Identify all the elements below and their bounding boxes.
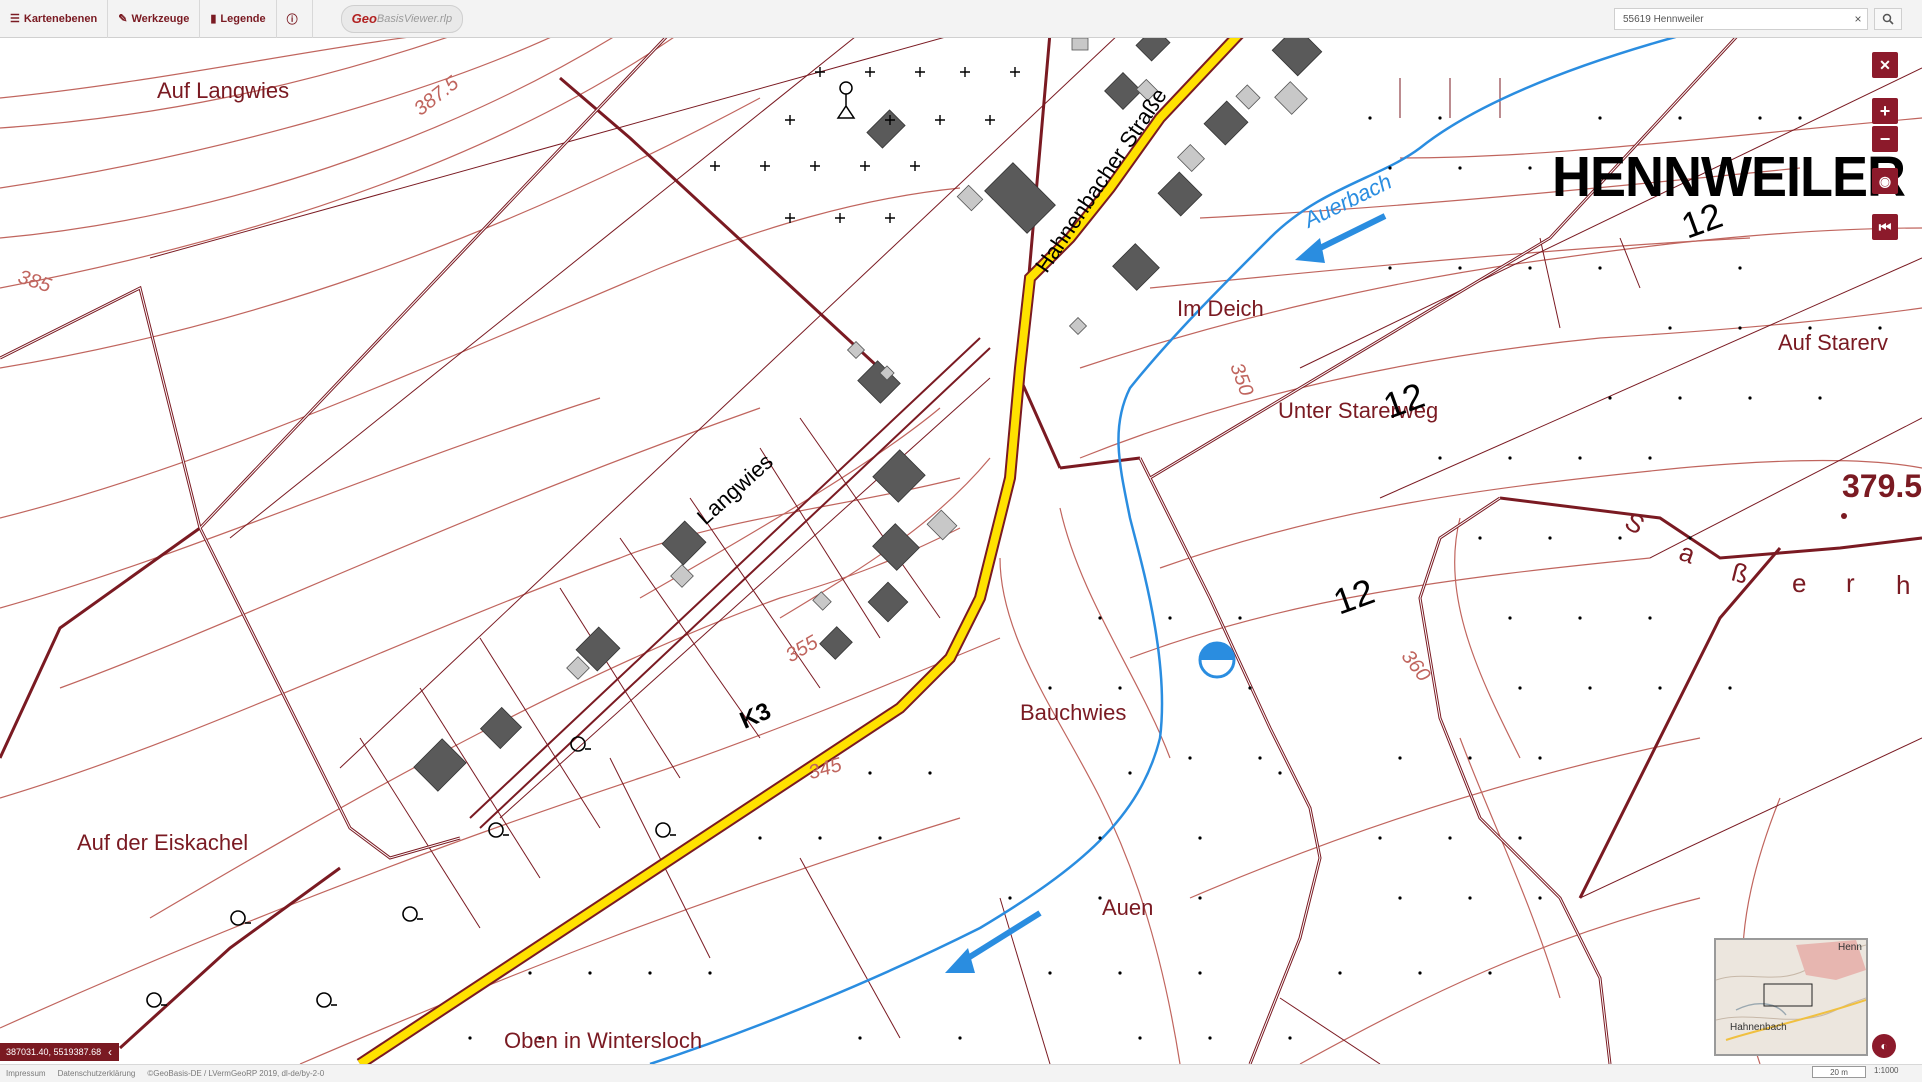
zoom-in-button[interactable]: + (1872, 98, 1898, 124)
label-auf-langwies: Auf Langwies (157, 78, 290, 103)
clear-search-icon[interactable]: × (1849, 12, 1867, 26)
tree-symbols (146, 736, 676, 1008)
wrench-icon: ✎ (118, 13, 128, 25)
chevron-left-icon: ‹ (108, 1045, 112, 1059)
strasse-letter-4: e (1792, 568, 1807, 598)
globe-icon: ◐ (1880, 1039, 1888, 1053)
close-icon: ✕ (1879, 56, 1891, 73)
skip-back-icon: ⏮ (1878, 218, 1892, 235)
strasse-letter-6: h (1896, 570, 1911, 600)
legend-label: Legende (220, 12, 266, 25)
layers-button[interactable]: ☰ Kartenebenen (0, 0, 109, 38)
copyright-text: ©GeoBasis-DE / LVermGeoRP 2019, dl-de/by… (147, 1069, 325, 1078)
label-auen: Auen (1102, 895, 1154, 920)
search-button[interactable] (1874, 8, 1902, 30)
overview-label-hahnenbach: Hahnenbach (1730, 1022, 1787, 1033)
strasse-letter-5: r (1846, 568, 1855, 598)
coordinate-toggle-button[interactable]: ‹ (101, 1043, 119, 1061)
langwies-road (469, 337, 991, 829)
logo-rest: BasisViewer.rlp (376, 12, 453, 25)
label-im-deich: Im Deich (1177, 296, 1264, 321)
label-spot-height: 379.5 (1842, 468, 1922, 504)
map-canvas[interactable]: HENNWEILER Auf Langwies Langwies Hahnenb… (0, 38, 1922, 1064)
label-auf-der-eiskachel: Auf der Eiskachel (77, 830, 249, 855)
datenschutz-link[interactable]: Datenschutzerklärung (52, 1069, 142, 1078)
outbuildings (566, 38, 1308, 680)
search-input[interactable] (1615, 10, 1849, 28)
search-icon (1882, 13, 1894, 25)
main-boundaries-inner (0, 38, 1737, 1064)
scale-bar: 20 m (1812, 1066, 1866, 1078)
chapel-symbol (836, 81, 856, 119)
legend-button[interactable]: ▮ Legende (200, 0, 277, 38)
spot-height-marker (1841, 513, 1847, 519)
info-button[interactable]: ⓘ (277, 0, 313, 38)
footer-bar: Impressum Datenschutzerklärung ©GeoBasis… (0, 1064, 1922, 1082)
overview-map-graphic (1716, 940, 1866, 1054)
book-icon: ▮ (210, 13, 217, 25)
label-auf-starer: Auf Starerv (1778, 330, 1889, 355)
location-pin-icon: ◉ (1878, 172, 1892, 189)
overview-toggle-button[interactable]: ◐ (1872, 1034, 1896, 1058)
overview-map[interactable]: Henn Hahnenbach (1714, 938, 1868, 1056)
spring-symbol (1198, 641, 1236, 679)
plus-icon: + (1879, 100, 1891, 121)
impressum-link[interactable]: Impressum (0, 1069, 52, 1078)
logo-geo: Geo (351, 11, 377, 26)
home-extent-button[interactable]: ⏮ (1872, 214, 1898, 240)
geobasisviewer-logo: Geo BasisViewer.rlp (340, 4, 464, 33)
tools-label: Werkzeuge (131, 12, 190, 25)
label-oben-in-wintersloch: Oben in Wintersloch (504, 1028, 703, 1053)
label-bauchwies: Bauchwies (1020, 700, 1127, 725)
minus-icon: − (1879, 128, 1891, 149)
scale-ratio: 1:1000 (1874, 1066, 1899, 1075)
search-box: × (1614, 8, 1868, 30)
info-icon: ⓘ (286, 13, 298, 26)
tools-button[interactable]: ✎ Werkzeuge (108, 0, 201, 38)
locate-button[interactable]: ◉ (1872, 168, 1898, 194)
close-map-button[interactable]: ✕ (1872, 52, 1898, 78)
coordinate-display: 387031.40, 5519387.68 (0, 1043, 108, 1061)
list-icon: ☰ (10, 13, 20, 25)
layers-label: Kartenebenen (23, 12, 98, 25)
label-hennweiler: HENNWEILER (1552, 145, 1906, 209)
zoom-out-button[interactable]: − (1872, 126, 1898, 152)
overview-label-henn: Henn (1838, 942, 1862, 953)
